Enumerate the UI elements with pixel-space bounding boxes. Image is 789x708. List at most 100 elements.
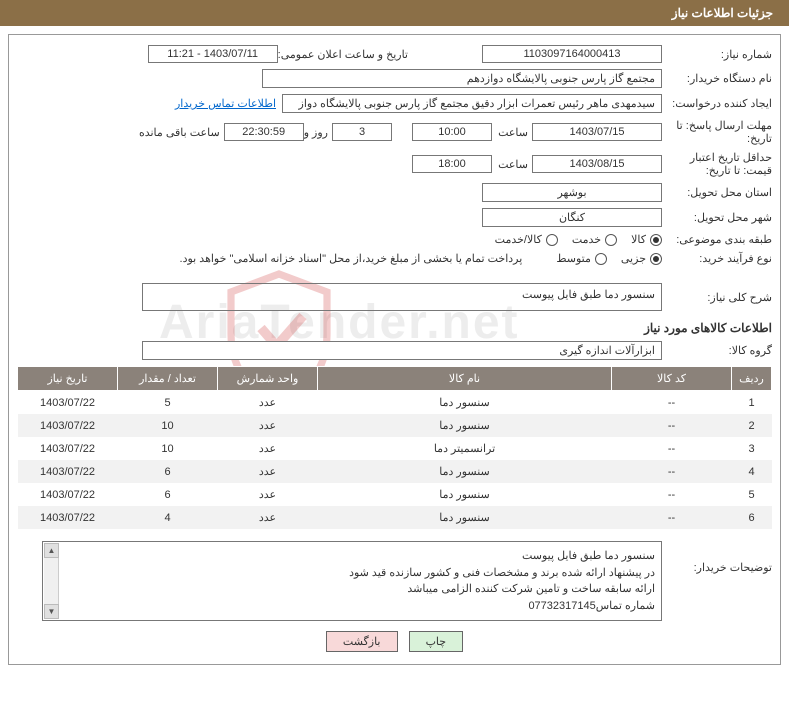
cell-date: 1403/07/22 (18, 437, 118, 460)
need-no-label: شماره نیاز: (662, 48, 772, 61)
th-row: ردیف (732, 367, 772, 391)
medium-text: متوسط (556, 252, 591, 265)
th-name: نام کالا (318, 367, 612, 391)
th-qty: تعداد / مقدار (118, 367, 218, 391)
cell-no: 1 (732, 391, 772, 415)
cell-name: ترانسمیتر دما (318, 437, 612, 460)
cell-name: سنسور دما (318, 460, 612, 483)
goods-service-text: کالا/خدمت (495, 233, 542, 246)
radio-icon (650, 253, 662, 265)
goods-text: کالا (631, 233, 646, 246)
overall-label: شرح کلی نیاز: (662, 291, 772, 304)
cell-qty: 6 (118, 483, 218, 506)
hour-label-2: ساعت (492, 158, 532, 171)
buyer-value: مجتمع گاز پارس جنوبی پالایشگاه دوازدهم (262, 69, 662, 88)
cell-unit: عدد (218, 391, 318, 415)
cell-code: -- (612, 437, 732, 460)
province-value: بوشهر (482, 183, 662, 202)
need-no-value: 1103097164000413 (482, 45, 662, 63)
scrollbar[interactable]: ▲ ▼ (44, 543, 59, 619)
cell-no: 4 (732, 460, 772, 483)
radio-icon (605, 234, 617, 246)
cell-code: -- (612, 391, 732, 415)
th-code: کد کالا (612, 367, 732, 391)
resp-date: 1403/07/15 (532, 123, 662, 141)
table-row: 6--سنسور دماعدد41403/07/22 (18, 506, 772, 529)
hour-label-1: ساعت (492, 126, 532, 139)
partial-text: جزیی (621, 252, 646, 265)
province-label: استان محل تحویل: (662, 186, 772, 199)
cell-code: -- (612, 414, 732, 437)
cell-unit: عدد (218, 414, 318, 437)
scroll-down-icon[interactable]: ▼ (44, 604, 59, 619)
radio-goods-service[interactable]: کالا/خدمت (495, 233, 558, 246)
cell-no: 3 (732, 437, 772, 460)
announce-value: 1403/07/11 - 11:21 (148, 45, 278, 63)
button-bar: چاپ بازگشت (17, 631, 772, 652)
table-row: 3--ترانسمیتر دماعدد101403/07/22 (18, 437, 772, 460)
requester-value: سیدمهدی ماهر رئیس تعمرات ابزار دقیق مجتم… (282, 94, 662, 113)
table-row: 2--سنسور دماعدد101403/07/22 (18, 414, 772, 437)
cell-unit: عدد (218, 506, 318, 529)
cell-date: 1403/07/22 (18, 506, 118, 529)
buyer-comment-box[interactable]: ▲ ▼ سنسور دما طبق فایل پیوست در پیشنهاد … (42, 541, 662, 621)
days-left: 3 (332, 123, 392, 141)
classify-label: طبقه بندی موضوعی: (662, 233, 772, 246)
valid-time: 18:00 (412, 155, 492, 173)
service-text: خدمت (572, 233, 601, 246)
cell-date: 1403/07/22 (18, 483, 118, 506)
radio-icon (595, 253, 607, 265)
page-header: جزئیات اطلاعات نیاز (0, 0, 789, 26)
group-value: ابزارآلات اندازه گیری (142, 341, 662, 360)
cell-unit: عدد (218, 483, 318, 506)
clock-left: 22:30:59 (224, 123, 304, 141)
cell-date: 1403/07/22 (18, 460, 118, 483)
table-row: 5--سنسور دماعدد61403/07/22 (18, 483, 772, 506)
radio-goods[interactable]: کالا (631, 233, 662, 246)
contact-link[interactable]: اطلاعات تماس خریدار (175, 97, 276, 110)
payment-note: پرداخت تمام یا بخشی از مبلغ خرید،از محل … (180, 252, 523, 265)
cell-qty: 10 (118, 414, 218, 437)
cell-name: سنسور دما (318, 506, 612, 529)
overall-text: سنسور دما طبق فایل پیوست (522, 289, 655, 301)
remaining-label: ساعت باقی مانده (139, 126, 220, 139)
buyer-desc-label: توضیحات خریدار: (662, 541, 772, 574)
cell-name: سنسور دما (318, 391, 612, 415)
radio-medium[interactable]: متوسط (556, 252, 607, 265)
city-label: شهر محل تحویل: (662, 211, 772, 224)
requester-label: ایجاد کننده درخواست: (662, 97, 772, 110)
th-unit: واحد شمارش (218, 367, 318, 391)
print-button[interactable]: چاپ (409, 631, 464, 652)
cell-code: -- (612, 460, 732, 483)
cell-qty: 10 (118, 437, 218, 460)
cell-qty: 4 (118, 506, 218, 529)
cell-code: -- (612, 506, 732, 529)
overall-box: سنسور دما طبق فایل پیوست (142, 283, 662, 311)
city-value: کنگان (482, 208, 662, 227)
announce-label: تاریخ و ساعت اعلان عمومی: (278, 48, 408, 61)
cell-no: 2 (732, 414, 772, 437)
radio-partial[interactable]: جزیی (621, 252, 662, 265)
valid-date: 1403/08/15 (532, 155, 662, 173)
scroll-up-icon[interactable]: ▲ (44, 543, 59, 558)
process-label: نوع فرآیند خرید: (662, 252, 772, 265)
radio-icon (650, 234, 662, 246)
page-title: جزئیات اطلاعات نیاز (672, 6, 773, 20)
cell-qty: 5 (118, 391, 218, 415)
resp-label: مهلت ارسال پاسخ: تا تاریخ: (662, 119, 772, 145)
valid-label: حداقل تاریخ اعتبار قیمت: تا تاریخ: (662, 151, 772, 177)
comment-l1: سنسور دما طبق فایل پیوست (49, 548, 655, 565)
comment-l2: در پیشنهاد ارائه شده برند و مشخصات فنی و… (49, 565, 655, 582)
cell-qty: 6 (118, 460, 218, 483)
back-button[interactable]: بازگشت (326, 631, 398, 652)
radio-icon (546, 234, 558, 246)
comment-l3: ارائه سابقه ساخت و تامین شرکت کننده الزا… (49, 581, 655, 598)
th-date: تاریخ نیاز (18, 367, 118, 391)
radio-service[interactable]: خدمت (572, 233, 617, 246)
cell-date: 1403/07/22 (18, 391, 118, 415)
resp-time: 10:00 (412, 123, 492, 141)
main-container: AriaTender.net شماره نیاز: 1103097164000… (8, 34, 781, 665)
cell-unit: عدد (218, 437, 318, 460)
cell-date: 1403/07/22 (18, 414, 118, 437)
cell-no: 6 (732, 506, 772, 529)
